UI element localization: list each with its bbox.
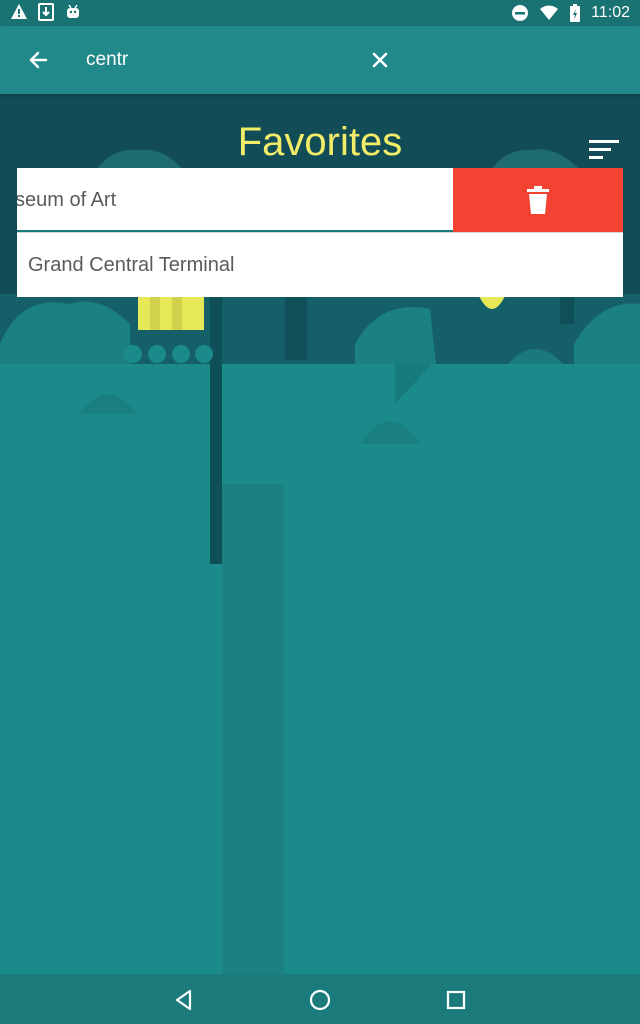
sort-button[interactable] [586, 134, 622, 164]
battery-charging-icon [570, 4, 581, 22]
nav-home-button[interactable] [306, 986, 334, 1014]
back-button[interactable] [22, 46, 54, 74]
search-app-bar [0, 26, 640, 94]
list-item-label: seum of Art [17, 189, 117, 211]
favorites-list: seum of Art Grand Central Terminal [17, 168, 623, 297]
arrow-left-icon [29, 51, 48, 69]
delete-button[interactable] [453, 168, 623, 232]
system-navigation-bar [0, 974, 640, 1024]
sort-icon [589, 140, 619, 159]
wifi-icon [540, 5, 559, 20]
status-icons-right: 11:02 [511, 3, 630, 23]
android-icon [67, 4, 79, 18]
status-icons-left [10, 3, 82, 21]
nav-back-button[interactable] [170, 986, 198, 1014]
clear-search-button[interactable] [366, 46, 394, 74]
close-icon [372, 52, 388, 68]
page-title: Favorites [237, 120, 403, 164]
search-input[interactable] [86, 46, 346, 74]
do-not-disturb-icon [512, 5, 529, 21]
list-item-label: Grand Central Terminal [28, 254, 235, 276]
recents-square-icon [446, 990, 466, 1010]
home-circle-icon [309, 989, 331, 1011]
nav-recents-button[interactable] [442, 986, 470, 1014]
trash-icon [527, 186, 549, 214]
list-item[interactable]: seum of Art [17, 168, 623, 232]
back-triangle-icon [175, 989, 192, 1011]
download-icon [38, 3, 54, 21]
list-item[interactable]: Grand Central Terminal [17, 232, 623, 297]
status-bar: 11:02 [0, 0, 640, 26]
warning-icon [11, 4, 27, 19]
status-time: 11:02 [591, 4, 630, 21]
